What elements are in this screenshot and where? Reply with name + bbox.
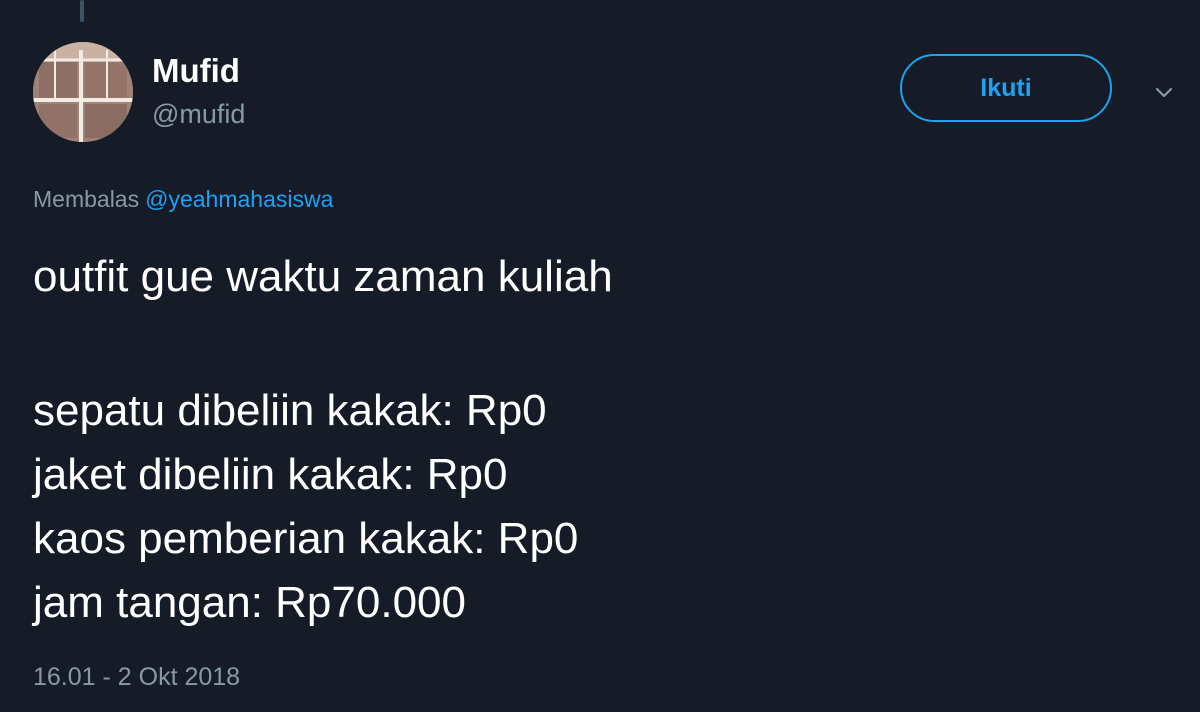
reply-mention-link[interactable]: @yeahmahasiswa: [145, 186, 333, 212]
avatar[interactable]: [33, 42, 133, 142]
tweet-line: kaos pemberian kakak: Rp0: [33, 514, 579, 563]
author-handle[interactable]: @mufid: [152, 98, 245, 130]
tweet-text: outfit gue waktu zaman kuliah sepatu dib…: [33, 245, 1163, 635]
reply-prefix: Membalas: [33, 186, 140, 212]
avatar-photo-icon: [33, 42, 133, 142]
tweet-line: jaket dibeliin kakak: Rp0: [33, 450, 508, 499]
author-display-name[interactable]: Mufid: [152, 52, 240, 90]
tweet-line: outfit gue waktu zaman kuliah: [33, 252, 613, 301]
reply-context: Membalas @yeahmahasiswa: [33, 184, 333, 214]
follow-button[interactable]: Ikuti: [900, 54, 1112, 122]
tweet-timestamp[interactable]: 16.01 - 2 Okt 2018: [33, 662, 240, 692]
thread-connector-line: [80, 0, 84, 22]
tweet-line: jam tangan: Rp70.000: [33, 578, 466, 627]
tweet-line: sepatu dibeliin kakak: Rp0: [33, 386, 547, 435]
follow-button-label: Ikuti: [980, 73, 1032, 102]
chevron-down-icon[interactable]: [1152, 80, 1176, 104]
